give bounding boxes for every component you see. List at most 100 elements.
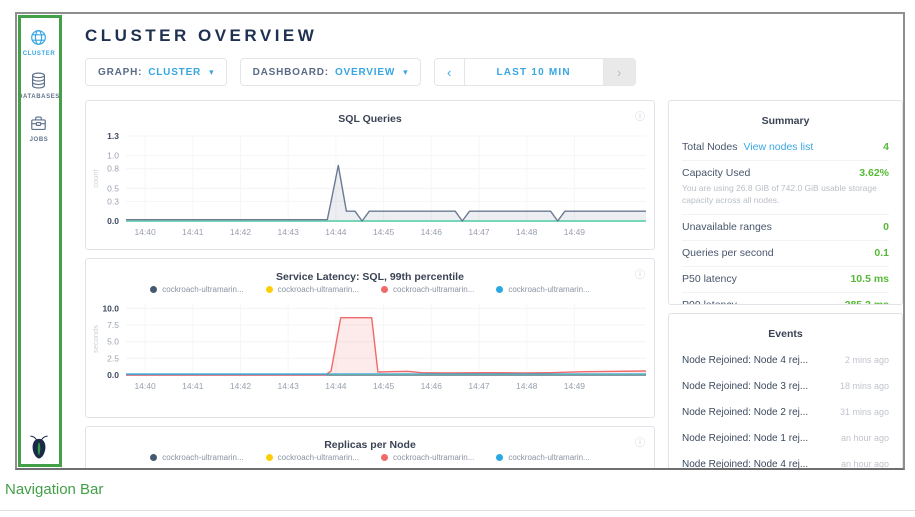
summary-row: Capacity Used3.62%You are using 26.8 GiB… — [682, 161, 889, 215]
summary-row-label: P99 latency — [682, 299, 737, 305]
svg-text:0.3: 0.3 — [107, 196, 119, 206]
svg-text:14:47: 14:47 — [468, 381, 490, 391]
annotation-label: Navigation Bar — [5, 481, 103, 498]
event-row[interactable]: Node Rejoined: Node 1 rej...an hour ago — [682, 426, 889, 452]
time-range-value[interactable]: LAST 10 MIN — [465, 59, 603, 85]
event-time: an hour ago — [833, 433, 889, 443]
summary-row-label: P50 latency — [682, 273, 737, 285]
svg-text:14:49: 14:49 — [564, 227, 586, 237]
legend-dot-icon — [496, 286, 503, 293]
app-window: CLUSTER DATABASES JOBS CLUSTER OVERVIEW GR… — [15, 12, 905, 470]
summary-row: Unavailable ranges0 — [682, 215, 889, 241]
svg-text:seconds: seconds — [91, 325, 100, 353]
legend-entry[interactable]: cockroach-ultramarin... — [381, 453, 474, 462]
toolbar: GRAPH: CLUSTER ▾ DASHBOARD: OVERVIEW ▾ ‹… — [85, 58, 636, 86]
legend-entry[interactable]: cockroach-ultramarin... — [496, 453, 589, 462]
summary-row-value: 0.1 — [874, 247, 889, 259]
legend-entry[interactable]: cockroach-ultramarin... — [266, 285, 359, 294]
legend-dot-icon — [266, 454, 273, 461]
event-row[interactable]: Node Rejoined: Node 4 rej...an hour ago — [682, 452, 889, 470]
svg-text:0.5: 0.5 — [107, 183, 119, 193]
summary-row-value: 4 — [883, 141, 889, 153]
replicas-per-node-chart: 40014:4014:4114:4214:4314:4414:4514:4614… — [86, 465, 654, 470]
event-row[interactable]: Node Rejoined: Node 2 rej...31 mins ago — [682, 400, 889, 426]
legend-dot-icon — [496, 454, 503, 461]
svg-text:14:40: 14:40 — [134, 227, 156, 237]
main-content: CLUSTER OVERVIEW GRAPH: CLUSTER ▾ DASHBO… — [63, 14, 903, 468]
charts-column: SQL Queries ⓘ 1.31.00.80.50.30.014:4014:… — [85, 100, 655, 470]
event-time: 18 mins ago — [832, 381, 889, 391]
svg-text:14:46: 14:46 — [421, 381, 443, 391]
summary-row: Total NodesView nodes list4 — [682, 135, 889, 161]
svg-text:1.0: 1.0 — [107, 151, 119, 161]
dashboard-dropdown[interactable]: DASHBOARD: OVERVIEW ▾ — [240, 58, 421, 86]
event-time: an hour ago — [833, 459, 889, 469]
info-icon[interactable]: ⓘ — [635, 266, 645, 281]
summary-row-value: 3.62% — [859, 167, 889, 179]
chevron-down-icon: ▾ — [209, 67, 214, 78]
svg-text:0.0: 0.0 — [107, 216, 119, 226]
dashboard-dropdown-label: DASHBOARD: — [253, 67, 329, 78]
svg-text:14:42: 14:42 — [230, 227, 252, 237]
svg-text:14:44: 14:44 — [325, 381, 347, 391]
summary-row: Queries per second 0.1 — [682, 241, 889, 267]
event-time: 31 mins ago — [832, 407, 889, 417]
legend-label: cockroach-ultramarin... — [162, 453, 243, 462]
svg-text:count: count — [91, 168, 100, 187]
svg-text:14:49: 14:49 — [564, 381, 586, 391]
legend-dot-icon — [381, 454, 388, 461]
page-title: CLUSTER OVERVIEW — [85, 26, 317, 46]
legend-label: cockroach-ultramarin... — [393, 453, 474, 462]
graph-dropdown[interactable]: GRAPH: CLUSTER ▾ — [85, 58, 227, 86]
time-prev-button[interactable]: ‹ — [435, 59, 465, 85]
chart-title: Service Latency: SQL, 99th percentile — [276, 271, 464, 283]
dashboard-dropdown-value: OVERVIEW — [335, 67, 395, 78]
legend-label: cockroach-ultramarin... — [393, 285, 474, 294]
event-row[interactable]: Node Rejoined: Node 3 rej...18 mins ago — [682, 374, 889, 400]
svg-text:14:41: 14:41 — [182, 227, 204, 237]
view-nodes-list-link[interactable]: View nodes list — [743, 141, 813, 153]
graph-dropdown-value: CLUSTER — [148, 67, 201, 78]
svg-text:10.0: 10.0 — [102, 303, 119, 313]
sidebar-item-jobs[interactable]: JOBS — [18, 114, 60, 143]
legend-entry[interactable]: cockroach-ultramarin... — [266, 453, 359, 462]
sidebar-item-databases[interactable]: DATABASES — [18, 71, 60, 100]
svg-text:14:42: 14:42 — [230, 381, 252, 391]
chevron-down-icon: ▾ — [403, 67, 408, 78]
time-next-button-disabled: › — [603, 59, 635, 85]
summary-row-value: 10.5 ms — [850, 273, 889, 285]
svg-text:400: 400 — [105, 468, 119, 470]
legend-label: cockroach-ultramarin... — [162, 285, 243, 294]
event-time: 2 mins ago — [837, 355, 889, 365]
bottom-divider — [0, 510, 915, 511]
cockroachdb-logo-icon[interactable] — [28, 434, 50, 460]
legend-entry[interactable]: cockroach-ultramarin... — [381, 285, 474, 294]
navigation-sidebar: CLUSTER DATABASES JOBS — [17, 14, 62, 468]
events-title: Events — [682, 328, 889, 340]
sidebar-item-label: CLUSTER — [23, 51, 56, 57]
legend-entry[interactable]: cockroach-ultramarin... — [150, 285, 243, 294]
info-icon[interactable]: ⓘ — [635, 108, 645, 123]
sidebar-item-cluster[interactable]: CLUSTER — [18, 28, 60, 57]
legend-entry[interactable]: cockroach-ultramarin... — [150, 453, 243, 462]
event-row[interactable]: Node Rejoined: Node 4 rej... 2 mins ago — [682, 348, 889, 374]
summary-row-label: Capacity Used — [682, 167, 750, 179]
svg-text:14:41: 14:41 — [182, 381, 204, 391]
legend-dot-icon — [150, 286, 157, 293]
svg-text:14:43: 14:43 — [278, 381, 300, 391]
summary-panel: Summary Total NodesView nodes list4Capac… — [668, 100, 903, 305]
svg-text:14:48: 14:48 — [516, 227, 538, 237]
summary-row-label: Queries per second — [682, 247, 774, 259]
summary-row: P50 latency 10.5 ms — [682, 267, 889, 293]
chart-card-service-latency: Service Latency: SQL, 99th percentile ⓘ … — [85, 258, 655, 418]
info-icon[interactable]: ⓘ — [635, 434, 645, 449]
graph-dropdown-label: GRAPH: — [98, 67, 142, 78]
legend-entry[interactable]: cockroach-ultramarin... — [496, 285, 589, 294]
briefcase-icon — [29, 114, 48, 133]
legend-label: cockroach-ultramarin... — [508, 285, 589, 294]
sidebar-item-label: JOBS — [30, 137, 49, 143]
right-column: Summary Total NodesView nodes list4Capac… — [668, 100, 903, 470]
summary-title: Summary — [682, 115, 889, 127]
legend-dot-icon — [150, 454, 157, 461]
event-message: Node Rejoined: Node 4 rej... — [682, 355, 808, 366]
